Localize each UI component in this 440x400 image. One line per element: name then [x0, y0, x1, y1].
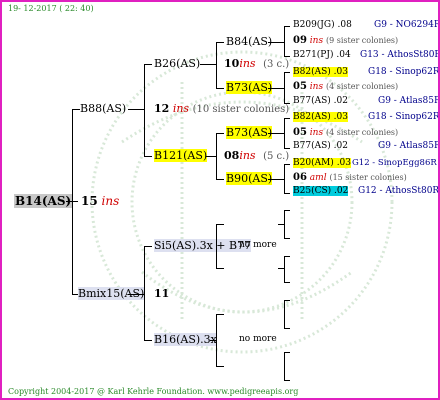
- gen4-row-7-origin: G18 - Sinop62R: [368, 112, 440, 122]
- si5-no-more: no more: [239, 240, 277, 250]
- gen4-row-4-origin: G18 - Sinop62R: [368, 67, 440, 77]
- queen-b26[interactable]: B26(AS): [154, 58, 200, 69]
- gen4-row-8: 05 ins (4 sister colonies): [293, 127, 399, 138]
- queen-b16[interactable]: B16(AS).3x: [154, 333, 217, 346]
- gen4-row-3[interactable]: B271(PJ) .04: [293, 51, 351, 60]
- gen4-row-6-origin: G9 - Atlas85R: [378, 96, 440, 106]
- copyright-footer: Copyright 2004-2017 @ Karl Kehrle Founda…: [8, 387, 299, 396]
- gen4-row-7[interactable]: B82(AS) .03: [293, 112, 348, 122]
- queen-b84[interactable]: B84(AS): [226, 36, 272, 47]
- b16-no-more: no more: [239, 334, 277, 344]
- queen-b73-b[interactable]: B73(AS): [226, 126, 273, 139]
- date-stamp: 19- 12-2017 ( 22: 40): [8, 4, 94, 13]
- b26-info: 10ins (3 c.): [224, 57, 290, 70]
- queen-si5[interactable]: Si5(AS).3x + B77: [154, 239, 252, 252]
- queen-b73-a[interactable]: B73(AS): [226, 81, 273, 94]
- gen4-row-12[interactable]: B25(CS) .02: [293, 186, 349, 196]
- queen-b90[interactable]: B90(AS): [226, 172, 273, 185]
- gen4-row-10-origin: G12 - SinopEgg86R: [352, 158, 437, 168]
- b121-info: 08ins (5 c.): [224, 149, 290, 162]
- gen4-row-11: 06 aml (15 sister colonies): [293, 172, 407, 183]
- gen4-row-6[interactable]: B77(AS) .02: [293, 97, 348, 106]
- gen4-row-9-origin: G9 - Atlas85R: [378, 141, 440, 151]
- gen4-row-1-origin: G9 - NO6294R: [374, 20, 440, 30]
- root-queen[interactable]: B14(AS): [14, 194, 73, 208]
- queen-b121[interactable]: B121(AS): [154, 149, 208, 162]
- gen4-row-2: 09 ins (9 sister colonies): [293, 35, 399, 46]
- gen4-row-9[interactable]: B77(AS) .02: [293, 142, 348, 151]
- gen4-row-12-origin: G12 - AthosSt80R: [358, 186, 440, 196]
- gen4-row-3-origin: G13 - AthosSt80R: [360, 50, 440, 60]
- gen4-row-10[interactable]: B20(AM) .03: [293, 158, 352, 168]
- gen4-row-5: 05 ins (4 sister colonies): [293, 81, 399, 92]
- gen4-row-1[interactable]: B209(JG) .08: [293, 21, 352, 30]
- root-info: 15 ins: [81, 194, 120, 208]
- gen4-row-4[interactable]: B82(AS) .03: [293, 67, 348, 77]
- father-b88[interactable]: B88(AS): [80, 103, 126, 114]
- bmix-num: 11: [154, 287, 170, 300]
- b88-info: 12 ins (10 sister colonies): [154, 102, 290, 115]
- pedigree-frame: { "header": { "date": "19- 12-2017 ( 22:…: [0, 0, 440, 400]
